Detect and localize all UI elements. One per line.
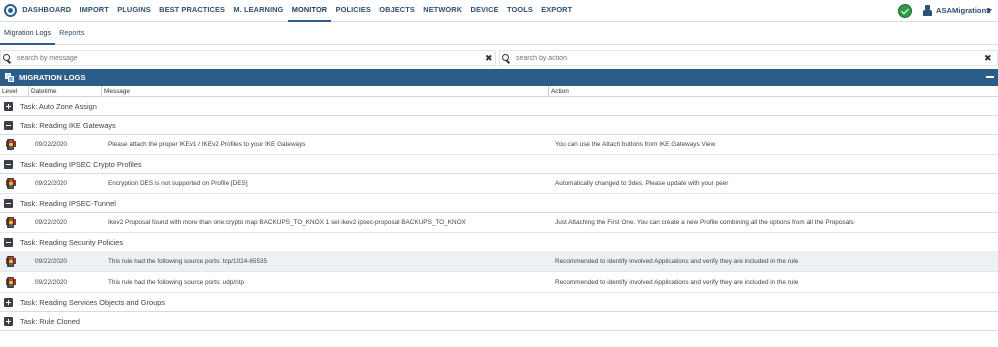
log-row[interactable]: 09/22/2020 Ikev2 Proposal found with mor… <box>0 212 998 233</box>
tab-migration-logs[interactable]: Migration Logs <box>0 23 56 45</box>
log-datetime: 09/22/2020 <box>35 258 67 265</box>
task-group-row[interactable]: Task: Reading Security Policies <box>0 233 998 252</box>
task-label: Task: Rule Cloned <box>20 317 80 326</box>
expand-icon[interactable] <box>4 102 13 111</box>
traffic-light-warning-icon <box>5 277 16 288</box>
logs-panel-icon <box>5 73 14 82</box>
caret-down-icon[interactable] <box>986 9 992 13</box>
log-message: This rule had the following source ports… <box>108 279 245 286</box>
task-label: Task: Auto Zone Assign <box>20 102 97 111</box>
migration-logs-panel-header: MIGRATION LOGS <box>0 69 998 86</box>
task-group-row[interactable]: Task: Reading Services Objects and Group… <box>0 293 998 312</box>
main-menu: DASHBOARD IMPORT PLUGINS BEST PRACTICES … <box>18 0 576 22</box>
nav-tools[interactable]: TOOLS <box>503 0 537 22</box>
log-row[interactable]: 09/22/2020 This rule had the following s… <box>0 272 998 293</box>
column-header-message[interactable]: Message <box>102 86 549 97</box>
check-circle-icon[interactable] <box>898 4 912 18</box>
log-action: Recommended to identify involved Applica… <box>555 279 799 286</box>
table-header: Level Datetime Message Action <box>0 86 998 97</box>
nav-plugins[interactable]: PLUGINS <box>113 0 155 22</box>
log-datetime: 09/22/2020 <box>35 219 67 226</box>
search-icon <box>502 54 510 64</box>
log-row[interactable]: 09/22/2020 Encryption DES is not support… <box>0 173 998 194</box>
panel-title: MIGRATION LOGS <box>19 73 86 82</box>
log-message: Please attach the proper IKEv1 / IKEv2 P… <box>108 141 306 148</box>
clear-icon[interactable]: ✖ <box>984 52 992 64</box>
task-group-row[interactable]: Task: Auto Zone Assign <box>0 97 998 116</box>
nav-policies[interactable]: POLICIES <box>331 0 375 22</box>
nav-device[interactable]: DEVICE <box>466 0 503 22</box>
traffic-light-warning-icon <box>5 256 16 267</box>
task-label: Task: Reading IKE Gateways <box>20 121 116 130</box>
message-search-input[interactable] <box>17 52 477 64</box>
expand-icon[interactable] <box>4 317 13 326</box>
column-header-level[interactable]: Level <box>0 86 29 97</box>
tab-reports[interactable]: Reports <box>55 23 88 45</box>
traffic-light-warning-icon <box>5 139 16 150</box>
log-message: Encryption DES is not supported on Profi… <box>108 180 248 187</box>
task-label: Task: Reading IPSEC Crypto Profiles <box>20 160 142 169</box>
action-search-box: ✖ <box>499 50 998 66</box>
log-action: Just Attaching the First One. You can cr… <box>555 219 854 226</box>
log-message: Ikev2 Proposal found with more than one:… <box>108 219 466 226</box>
nav-export[interactable]: EXPORT <box>537 0 576 22</box>
nav-network[interactable]: NETWORK <box>419 0 466 22</box>
monitor-subtabs: Migration Logs Reports <box>0 23 998 45</box>
action-search-input[interactable] <box>516 52 976 64</box>
log-action: You can use the Attach buttons from IKE … <box>555 141 716 148</box>
user-icon[interactable] <box>923 5 932 16</box>
nav-machine-learning[interactable]: M. LEARNING <box>229 0 287 22</box>
log-row[interactable]: 09/22/2020 Please attach the proper IKEv… <box>0 134 998 155</box>
log-datetime: 09/22/2020 <box>35 180 67 187</box>
collapse-panel-icon[interactable] <box>986 76 994 78</box>
task-group-row[interactable]: Task: Reading IPSEC Crypto Profiles <box>0 155 998 174</box>
nav-objects[interactable]: OBJECTS <box>375 0 419 22</box>
log-action: Automatically changed to 3des. Please up… <box>555 180 729 187</box>
column-header-datetime[interactable]: Datetime <box>29 86 102 97</box>
top-navigation-bar: DASHBOARD IMPORT PLUGINS BEST PRACTICES … <box>0 0 998 22</box>
log-row[interactable]: 09/22/2020 This rule had the following s… <box>0 251 998 272</box>
message-search-box: ✖ <box>0 50 496 66</box>
task-label: Task: Reading Services Objects and Group… <box>20 298 166 307</box>
log-datetime: 09/22/2020 <box>35 141 67 148</box>
search-icon <box>3 54 11 64</box>
collapse-icon[interactable] <box>4 238 13 247</box>
nav-dashboard[interactable]: DASHBOARD <box>18 0 75 22</box>
collapse-icon[interactable] <box>4 199 13 208</box>
collapse-icon[interactable] <box>4 160 13 169</box>
traffic-light-warning-icon <box>5 178 16 189</box>
log-action: Recommended to identify involved Applica… <box>555 258 799 265</box>
task-label: Task: Reading Security Policies <box>20 238 124 247</box>
nav-import[interactable]: IMPORT <box>75 0 113 22</box>
nav-monitor[interactable]: MONITOR <box>287 0 332 22</box>
task-label: Task: Reading IPSEC-Tunnel <box>20 199 116 208</box>
task-group-row[interactable]: Task: Reading IPSEC-Tunnel <box>0 194 998 213</box>
task-group-row[interactable]: Task: Reading IKE Gateways <box>0 116 998 135</box>
nav-best-practices[interactable]: BEST PRACTICES <box>155 0 229 22</box>
user-menu[interactable]: ASAMigration2 <box>936 0 990 22</box>
log-message: This rule had the following source ports… <box>108 258 268 265</box>
clear-icon[interactable]: ✖ <box>485 52 493 64</box>
expand-icon[interactable] <box>4 298 13 307</box>
task-group-row[interactable]: Task: Rule Cloned <box>0 312 998 331</box>
app-logo-icon[interactable] <box>4 4 17 17</box>
log-datetime: 09/22/2020 <box>35 279 67 286</box>
traffic-light-warning-icon <box>5 217 16 228</box>
collapse-icon[interactable] <box>4 121 13 130</box>
column-header-action[interactable]: Action <box>549 86 998 97</box>
